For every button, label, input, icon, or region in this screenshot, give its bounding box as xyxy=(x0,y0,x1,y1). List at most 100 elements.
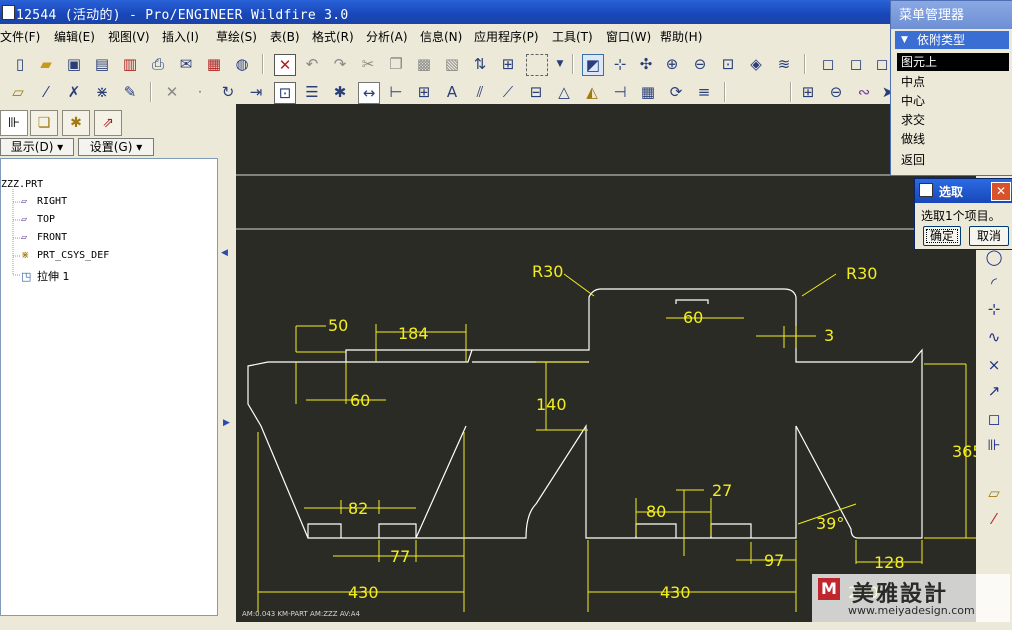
dim-27[interactable]: 27 xyxy=(712,481,732,500)
align-icon[interactable]: ⊢ xyxy=(386,82,406,102)
menu-item-intersect[interactable]: 求交 xyxy=(897,111,1009,129)
folder-browser-tab-icon[interactable]: ❏ xyxy=(30,110,58,136)
menu-applications[interactable]: 应用程序(P) xyxy=(474,28,539,45)
expand-icon[interactable]: ▶ xyxy=(223,418,230,428)
dim-77[interactable]: 77 xyxy=(390,547,410,566)
regen-sketch-icon[interactable]: ↻ xyxy=(218,82,238,102)
dim-184[interactable]: 184 xyxy=(398,324,429,343)
undo-icon[interactable]: ↶ xyxy=(302,54,322,74)
close-window-icon[interactable]: ✕ xyxy=(274,54,296,76)
lock-icon[interactable]: ⊡ xyxy=(274,82,296,104)
favorites-tab-icon[interactable]: ✱ xyxy=(62,110,90,136)
zoom-in-icon[interactable]: ⊕ xyxy=(662,54,682,74)
point-tool-icon[interactable]: × xyxy=(982,356,1006,378)
graphics-window[interactable]: R30 R30 50 184 60 3 60 140 365 82 77 80 … xyxy=(236,104,976,622)
circle-tool-icon[interactable]: ◯ xyxy=(982,248,1006,270)
connections-tab-icon[interactable]: ⇗ xyxy=(94,110,122,136)
menu-analysis[interactable]: 分析(A) xyxy=(366,28,408,45)
fillet-tool-icon[interactable]: ⊹ xyxy=(982,300,1006,322)
grid-icon[interactable]: ⊞ xyxy=(414,82,434,102)
dim-430-right[interactable]: 430 xyxy=(660,583,691,602)
paste-icon[interactable]: ▩ xyxy=(414,54,434,74)
dim-365[interactable]: 365 xyxy=(952,442,976,461)
point-icon[interactable]: ⸱ xyxy=(190,82,210,102)
dim-3[interactable]: 3 xyxy=(824,326,834,345)
find-icon[interactable]: ⊞ xyxy=(498,54,518,74)
dim-60-left[interactable]: 60 xyxy=(350,391,370,410)
datum-plane-icon[interactable]: ▱ xyxy=(8,82,28,102)
tree-item-right[interactable]: ▱ RIGHT xyxy=(21,196,67,207)
dim-39[interactable]: 39° xyxy=(816,514,844,533)
menu-item-make-line[interactable]: 做线 xyxy=(897,130,1009,148)
collapse-icon[interactable]: ◀ xyxy=(221,248,228,258)
chevron-down-icon[interactable]: ▼ xyxy=(550,54,570,74)
copy-icon[interactable]: ❐ xyxy=(386,54,406,74)
refit-icon[interactable]: ⊡ xyxy=(718,54,738,74)
measure-icon[interactable]: ⊖ xyxy=(826,82,846,102)
annotation-icon[interactable]: ✎ xyxy=(120,82,140,102)
zoom-out-icon[interactable]: ⊖ xyxy=(690,54,710,74)
dim-80[interactable]: 80 xyxy=(646,502,666,521)
web-icon[interactable]: ◍ xyxy=(232,54,252,74)
sketch-vertex-icon[interactable]: ⊹ xyxy=(610,54,630,74)
spin-center-icon[interactable]: ✣ xyxy=(636,54,656,74)
menu-item-midpoint[interactable]: 中点 xyxy=(897,73,1009,91)
menu-sketch[interactable]: 草绘(S) xyxy=(216,28,257,45)
send-mail-icon[interactable]: ✉ xyxy=(176,54,196,74)
datum-axis-tool-icon[interactable]: ⁄ xyxy=(982,510,1006,532)
cancel-button[interactable]: 取消 xyxy=(969,226,1009,246)
intent-icon[interactable]: ⊣ xyxy=(610,82,630,102)
save-copy-icon[interactable]: ▤ xyxy=(92,54,112,74)
datum-axis-icon[interactable]: ⁄ xyxy=(36,82,56,102)
ruler-icon[interactable]: ⊞ xyxy=(798,82,818,102)
select-box-icon[interactable] xyxy=(526,54,548,76)
menu-file[interactable]: 文件(F) xyxy=(0,28,40,45)
show-dropdown[interactable]: 显示(D) ▾ xyxy=(0,138,74,156)
tree-item-csys[interactable]: ⋇ PRT_CSYS_DEF xyxy=(21,250,109,261)
layers-icon[interactable]: ≋ xyxy=(774,54,794,74)
menu-table[interactable]: 表(B) xyxy=(270,28,300,45)
menu-edit[interactable]: 编辑(E) xyxy=(54,28,95,45)
settings-dropdown[interactable]: 设置(G) ▾ xyxy=(78,138,154,156)
dim-50[interactable]: 50 xyxy=(328,316,348,335)
menu-window[interactable]: 窗口(W) xyxy=(606,28,651,45)
table-icon[interactable]: ▦ xyxy=(638,82,658,102)
dim-r-left[interactable]: R30 xyxy=(532,262,563,281)
redo-icon[interactable]: ↷ xyxy=(330,54,350,74)
paste-special-icon[interactable]: ▧ xyxy=(442,54,462,74)
menu-info[interactable]: 信息(N) xyxy=(420,28,462,45)
menu-manager-section[interactable]: ▼ 依附类型 xyxy=(895,31,1009,49)
datum-plane-tool-icon[interactable]: ▱ xyxy=(982,484,1006,506)
sketch-display-icon[interactable]: ◩ xyxy=(582,54,604,76)
menu-tools[interactable]: 工具(T) xyxy=(552,28,593,45)
save-icon[interactable]: ▣ xyxy=(64,54,84,74)
scale-icon[interactable]: ⊟ xyxy=(526,82,546,102)
refresh-icon[interactable]: ⟳ xyxy=(666,82,686,102)
regenerate-icon[interactable]: ⇅ xyxy=(470,54,490,74)
no-hidden-icon[interactable]: ◻ xyxy=(872,54,892,74)
use-edge-tool-icon[interactable]: ◻ xyxy=(982,410,1006,432)
dim-97[interactable]: 97 xyxy=(764,551,784,570)
cross-icon[interactable]: ✕ xyxy=(162,82,182,102)
dim-430-left[interactable]: 430 xyxy=(348,583,379,602)
cut-icon[interactable]: ✂ xyxy=(358,54,378,74)
tree-item-extrude[interactable]: ◳ 拉伸 1 xyxy=(21,268,70,284)
text-icon[interactable]: A xyxy=(442,82,462,102)
hidden-line-icon[interactable]: ◻ xyxy=(846,54,866,74)
menu-item-on-entity[interactable]: 图元上 xyxy=(897,53,1009,71)
menu-insert[interactable]: 插入(I) xyxy=(162,28,199,45)
curve-icon[interactable]: ∾ xyxy=(854,82,874,102)
arc-tool-icon[interactable]: ◜ xyxy=(982,274,1006,296)
dimension-tool-icon[interactable]: ⊪ xyxy=(982,436,1006,458)
menu-item-return[interactable]: 返回 xyxy=(897,151,1009,169)
ok-button[interactable]: 确定 xyxy=(923,226,961,246)
csys-tool-icon[interactable]: ↗ xyxy=(982,382,1006,404)
dim-128[interactable]: 128 xyxy=(874,553,905,572)
tree-item-top[interactable]: ▱ TOP xyxy=(21,214,55,225)
backup-icon[interactable]: ▥ xyxy=(120,54,140,74)
model-tree-tab-icon[interactable]: ⊪ xyxy=(0,110,28,136)
menu-view[interactable]: 视图(V) xyxy=(108,28,150,45)
datum-csys-icon[interactable]: ⋇ xyxy=(92,82,112,102)
dim-82[interactable]: 82 xyxy=(348,499,368,518)
tree-item-front[interactable]: ▱ FRONT xyxy=(21,232,67,243)
